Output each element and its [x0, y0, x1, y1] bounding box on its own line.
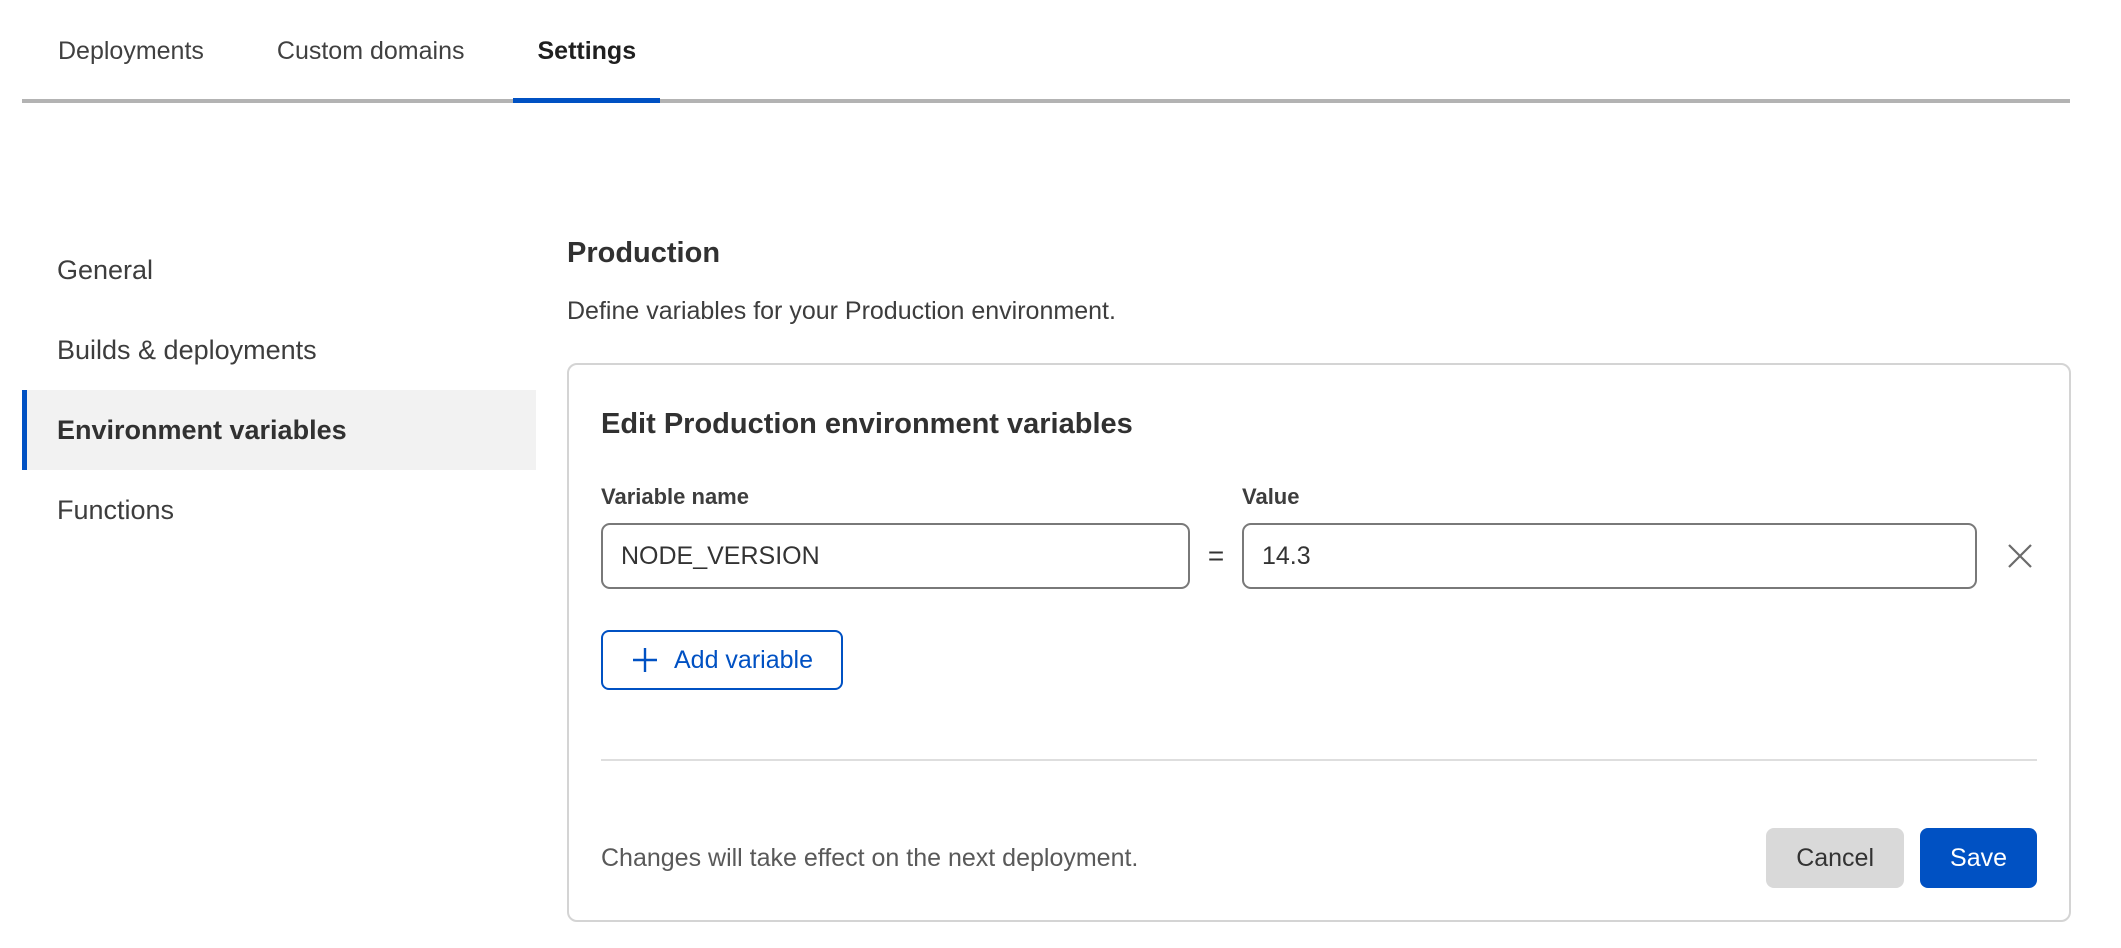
footer-actions: Cancel Save [1766, 828, 2037, 888]
tab-bar: Deployments Custom domains Settings [22, 0, 2070, 103]
remove-variable-button[interactable] [2003, 539, 2037, 573]
section-title: Production [567, 235, 2071, 271]
add-variable-button[interactable]: Add variable [601, 630, 843, 690]
sidebar-item-general[interactable]: General [22, 230, 536, 310]
close-icon [2005, 541, 2035, 571]
field-labels-row: Variable name Value [601, 484, 2037, 510]
value-label: Value [1242, 484, 1299, 510]
variable-row: = [601, 523, 2037, 589]
sidebar-item-functions[interactable]: Functions [22, 470, 536, 550]
variable-value-input[interactable] [1242, 523, 1977, 589]
plus-icon [631, 646, 659, 674]
save-button[interactable]: Save [1920, 828, 2037, 888]
add-variable-label: Add variable [674, 646, 813, 675]
equals-sign: = [1190, 540, 1242, 572]
tab-custom-domains[interactable]: Custom domains [253, 22, 489, 99]
variable-name-label: Variable name [601, 484, 1242, 510]
card-divider [601, 759, 2037, 761]
sidebar-item-builds-deployments[interactable]: Builds & deployments [22, 310, 536, 390]
settings-sidebar: General Builds & deployments Environment… [22, 230, 536, 550]
card-footer: Changes will take effect on the next dep… [601, 828, 2037, 888]
environment-variables-card: Edit Production environment variables Va… [567, 363, 2071, 922]
tab-deployments[interactable]: Deployments [34, 22, 228, 99]
card-title: Edit Production environment variables [601, 406, 2037, 442]
main-panel: Production Define variables for your Pro… [536, 103, 2071, 922]
variable-name-input[interactable] [601, 523, 1190, 589]
footer-note: Changes will take effect on the next dep… [601, 844, 1138, 873]
cancel-button[interactable]: Cancel [1766, 828, 1904, 888]
section-subtitle: Define variables for your Production env… [567, 296, 2071, 326]
tab-settings[interactable]: Settings [513, 22, 660, 99]
sidebar-item-environment-variables[interactable]: Environment variables [22, 390, 536, 470]
